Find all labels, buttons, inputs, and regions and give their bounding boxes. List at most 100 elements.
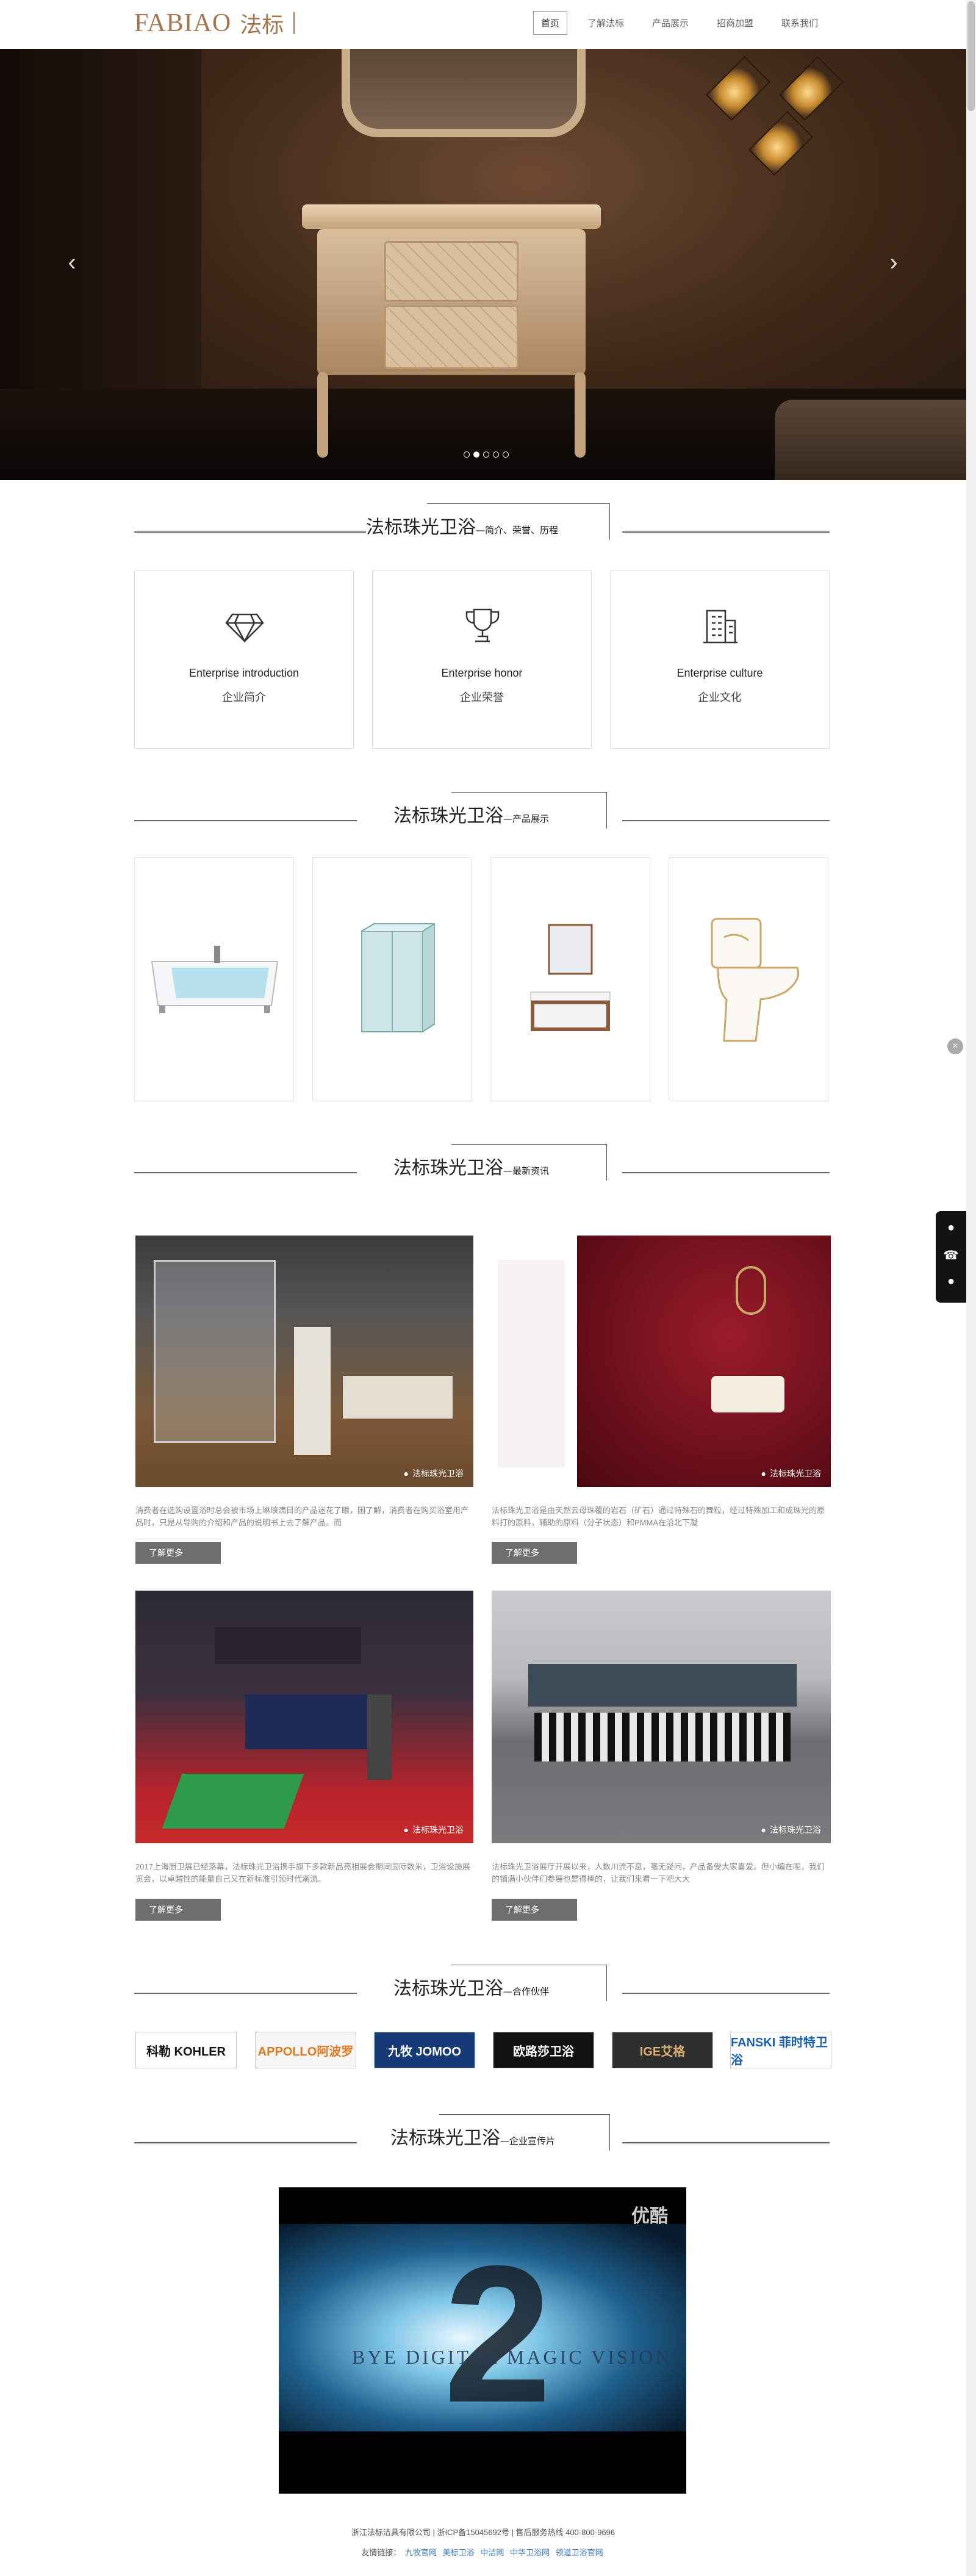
- partner-logo-jomoo[interactable]: 九牧 JOMOO: [374, 2032, 475, 2068]
- banner-toilet-image: [775, 400, 966, 480]
- banner-prev-button[interactable]: ‹: [60, 250, 84, 275]
- nav-products[interactable]: 产品展示: [644, 11, 697, 35]
- card-title-en: Enterprise culture: [676, 667, 763, 679]
- banner-dot[interactable]: [503, 452, 509, 458]
- banner-next-button[interactable]: ›: [881, 250, 906, 275]
- phone-icon[interactable]: ☎: [943, 1248, 959, 1264]
- banner-dot[interactable]: [493, 452, 499, 458]
- footer-link[interactable]: 美标卫浴: [443, 2548, 475, 2557]
- news-summary: 2017上海厨卫展已经落幕，法标珠光卫浴携手旗下多款新品亮相展会期间国际数米，卫…: [135, 1862, 470, 1883]
- footer-link[interactable]: 领道卫浴官网: [556, 2548, 603, 2557]
- footer-link[interactable]: 中洁网: [480, 2548, 504, 2557]
- shower-glass-decor: [154, 1260, 276, 1443]
- card-title-en: Enterprise honor: [441, 667, 523, 679]
- banner-dot[interactable]: [483, 452, 489, 458]
- nav-home[interactable]: 首页: [533, 11, 567, 35]
- video-graphic: 2: [443, 2225, 552, 2431]
- section-heading: 法标珠光卫浴—产品展示: [393, 801, 549, 827]
- about-card-culture[interactable]: Enterprise culture 企业文化: [610, 570, 830, 749]
- logo-text-cn: 法标: [240, 13, 284, 38]
- wechat-icon[interactable]: ●: [943, 1275, 959, 1290]
- news-image[interactable]: ● 法标珠光卫浴: [492, 1236, 831, 1487]
- title-rule-left: [134, 531, 366, 533]
- section-heading: 法标珠光卫浴—合作伙伴: [393, 1973, 549, 2000]
- promo-video-player[interactable]: 优酷 2 BYE DIGITAL MAGIC VISION: [279, 2187, 686, 2494]
- partner-logo-ige[interactable]: IGE艾格: [612, 2032, 713, 2068]
- news-more-button[interactable]: 了解更多: [135, 1542, 221, 1564]
- footer-link[interactable]: 九牧官网: [405, 2548, 437, 2557]
- news-summary: 法标珠光卫浴是由天然云母珠覆的岩石（矿石）通过特殊石的舞粒，经过特殊加工和成珠光…: [492, 1506, 825, 1527]
- person-decor: [367, 1694, 392, 1780]
- section-heading-main: 法标珠光卫浴: [393, 1157, 503, 1179]
- nav-contact[interactable]: 联系我们: [773, 11, 826, 35]
- qq-icon[interactable]: ●: [943, 1221, 959, 1237]
- nav-about[interactable]: 了解法标: [580, 11, 632, 35]
- toilet-image: [711, 918, 800, 1042]
- title-rule-left: [134, 820, 357, 821]
- news-image[interactable]: ● 法标珠光卫浴: [135, 1236, 473, 1487]
- banner-dot-active[interactable]: [473, 452, 479, 458]
- booth-sign-decor: [215, 1627, 361, 1664]
- banner-vanity-drawer: [384, 305, 518, 369]
- news-more-button[interactable]: 了解更多: [492, 1899, 577, 1921]
- section-title-video: 法标珠光卫浴—企业宣传片: [134, 2114, 830, 2151]
- site-footer: 浙江法标洁具有限公司 | 浙ICP备15045692号 | 售后服务热线 400…: [0, 2526, 966, 2558]
- product-card-toilet[interactable]: [669, 857, 828, 1101]
- bathroom-cabinet-image: [530, 924, 611, 1031]
- partner-logo-oulusha[interactable]: 欧路莎卫浴: [493, 2032, 594, 2068]
- about-card-introduction[interactable]: Enterprise introduction 企业简介: [134, 570, 354, 749]
- news-more-button[interactable]: 了解更多: [135, 1899, 221, 1921]
- partner-logo-fanski[interactable]: FANSKI 菲时特卫浴: [730, 2032, 831, 2068]
- shower-room-image: [361, 923, 435, 1032]
- news-more-button[interactable]: 了解更多: [492, 1542, 577, 1564]
- title-rule-right: [622, 531, 830, 533]
- product-card-bathtub[interactable]: [134, 857, 294, 1101]
- section-heading: 法标珠光卫浴—企业宣传片: [390, 2123, 555, 2150]
- logo-text-en: FABIAO: [134, 9, 232, 37]
- news-summary: 消费者在选购设置浴时总会被市场上琳琅满目的产品迷花了眼，困了解，消费者在购买浴室…: [135, 1506, 469, 1527]
- team-group-decor: [534, 1713, 791, 1761]
- mirror-decor: [736, 1266, 766, 1315]
- nav-franchise[interactable]: 招商加盟: [709, 11, 761, 35]
- main-nav: 首页 了解法标 产品展示 招商加盟 联系我们: [533, 11, 826, 35]
- partner-logo-appollo[interactable]: APPOLLO阿波罗: [255, 2032, 356, 2068]
- news-image[interactable]: ● 法标珠光卫浴: [492, 1591, 831, 1843]
- news-image[interactable]: ● 法标珠光卫浴: [135, 1591, 473, 1843]
- site-header: FABIAO 法标 首页 了解法标 产品展示 招商加盟 联系我们: [0, 0, 966, 49]
- card-title-cn: 企业文化: [698, 691, 742, 703]
- brochure-decor: [498, 1260, 565, 1467]
- banner-vanity-top: [302, 204, 601, 229]
- banner-mirror-image: [342, 49, 586, 137]
- diamond-icon: [225, 613, 264, 643]
- product-card-vanity[interactable]: [490, 857, 650, 1101]
- section-heading-sub: —产品展示: [503, 813, 550, 824]
- section-heading-sub: —企业宣传片: [500, 2135, 556, 2146]
- section-title-partners: 法标珠光卫浴—合作伙伴: [134, 1965, 830, 2001]
- site-logo[interactable]: FABIAO 法标: [134, 5, 295, 41]
- banner-vanity-leg: [317, 372, 328, 458]
- wechat-watermark: ● 法标珠光卫浴: [403, 1825, 464, 1835]
- banner-vanity-drawer: [384, 241, 518, 302]
- chevron-right-icon: ›: [889, 249, 898, 276]
- banner-dot[interactable]: [464, 452, 470, 458]
- floor-banner-decor: [162, 1774, 304, 1829]
- product-card-shower-room[interactable]: [312, 857, 472, 1101]
- section-heading-main: 法标珠光卫浴: [393, 1978, 503, 1999]
- partner-logo-kohler[interactable]: 科勒 KOHLER: [135, 2032, 237, 2068]
- showroom-decor: [577, 1236, 831, 1487]
- banner-vanity-leg: [575, 372, 586, 458]
- bathtub-image: [151, 946, 279, 1013]
- about-card-honor[interactable]: Enterprise honor 企业荣誉: [372, 570, 592, 749]
- card-title-cn: 企业简介: [222, 691, 266, 703]
- footer-link[interactable]: 中华卫浴网: [510, 2548, 550, 2557]
- video-frame: 2 BYE DIGITAL MAGIC VISION: [279, 2224, 686, 2431]
- banner-pagination: [464, 452, 509, 458]
- page-scrollbar[interactable]: [966, 0, 976, 2576]
- scrollbar-thumb[interactable]: [967, 1, 975, 111]
- wechat-icon: ●: [403, 1825, 409, 1835]
- wechat-icon: ●: [761, 1469, 766, 1478]
- float-close-button[interactable]: ×: [947, 1038, 963, 1054]
- card-title-en: Enterprise introduction: [188, 667, 300, 679]
- wechat-watermark: ● 法标珠光卫浴: [761, 1825, 821, 1835]
- banner-vanity-cabinet: [317, 229, 586, 375]
